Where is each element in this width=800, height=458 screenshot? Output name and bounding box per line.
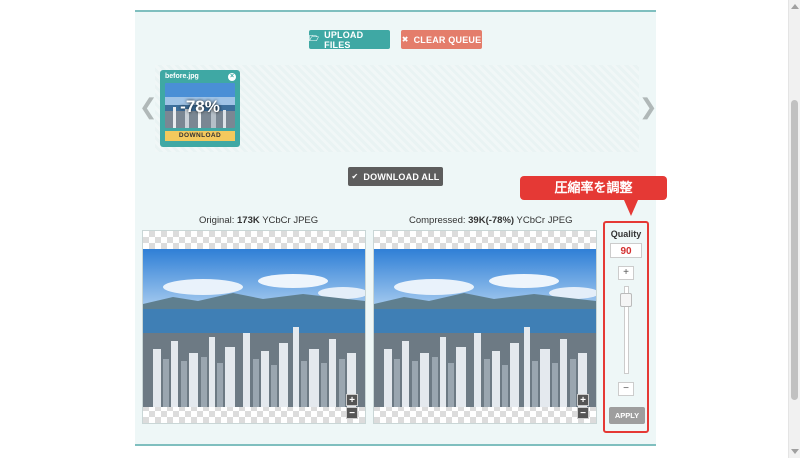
upload-files-label: UPLOAD FILES bbox=[324, 29, 364, 50]
quality-value-input[interactable]: 90 bbox=[610, 243, 642, 258]
scroll-thumb[interactable] bbox=[791, 100, 798, 400]
annotation-callout-pointer bbox=[624, 200, 638, 216]
quality-increase-button[interactable]: + bbox=[618, 266, 634, 280]
queue-prev-arrow[interactable]: ❮ bbox=[139, 94, 157, 120]
close-icon: ✖ bbox=[401, 35, 409, 44]
page-margin-left bbox=[0, 0, 135, 458]
download-item-button[interactable]: DOWNLOAD bbox=[165, 131, 235, 141]
folder-icon: 🗁 bbox=[309, 33, 320, 43]
page-margin-right bbox=[656, 0, 788, 458]
quality-title: Quality bbox=[610, 229, 642, 239]
queue-item-thumbnail: -78% bbox=[165, 83, 235, 128]
vertical-scrollbar[interactable] bbox=[788, 0, 800, 458]
zoom-in-button[interactable]: + bbox=[577, 394, 589, 406]
original-size: 173K bbox=[237, 215, 260, 226]
compressed-caption: Compressed: 39K(-78%) YCbCr JPEG bbox=[409, 215, 573, 226]
original-format: YCbCr JPEG bbox=[262, 215, 319, 226]
check-icon: ✔ bbox=[351, 172, 359, 181]
download-all-button[interactable]: ✔ DOWNLOAD ALL bbox=[348, 167, 443, 186]
original-preview[interactable]: + − bbox=[142, 230, 366, 424]
apply-button[interactable]: APPLY bbox=[609, 407, 645, 424]
scroll-down-icon[interactable] bbox=[791, 449, 799, 454]
zoom-in-button[interactable]: + bbox=[346, 394, 358, 406]
annotation-callout: 圧縮率を調整 bbox=[520, 176, 667, 200]
original-prefix: Original: bbox=[199, 215, 235, 226]
clear-queue-button[interactable]: ✖ CLEAR QUEUE bbox=[401, 30, 482, 49]
clear-queue-label: CLEAR QUEUE bbox=[413, 34, 482, 45]
compressor-panel: 🗁 UPLOAD FILES ✖ CLEAR QUEUE ❮ ❯ before.… bbox=[135, 10, 657, 446]
quality-panel: Quality 90 + − APPLY bbox=[603, 221, 649, 433]
original-city-image bbox=[143, 249, 365, 407]
compressed-prefix: Compressed: bbox=[409, 215, 466, 226]
quality-decrease-button[interactable]: − bbox=[618, 382, 634, 396]
original-caption: Original: 173K YCbCr JPEG bbox=[199, 215, 318, 226]
compressed-preview[interactable]: + − bbox=[373, 230, 597, 424]
queue-item[interactable]: before.jpg × -78% DOWNLOAD bbox=[160, 70, 240, 147]
compressed-city-image bbox=[374, 249, 596, 407]
compressed-format: YCbCr JPEG bbox=[516, 215, 573, 226]
zoom-out-button[interactable]: − bbox=[577, 407, 589, 419]
zoom-out-button[interactable]: − bbox=[346, 407, 358, 419]
quality-slider-handle[interactable] bbox=[620, 293, 632, 308]
queue-item-filename: before.jpg bbox=[165, 73, 199, 80]
compressed-size: 39K(-78%) bbox=[468, 215, 515, 226]
upload-files-button[interactable]: 🗁 UPLOAD FILES bbox=[309, 29, 390, 50]
remove-item-icon[interactable]: × bbox=[228, 73, 236, 81]
scroll-up-icon[interactable] bbox=[791, 4, 799, 9]
download-all-label: DOWNLOAD ALL bbox=[363, 171, 440, 182]
savings-percent: -78% bbox=[180, 97, 220, 116]
queue-next-arrow[interactable]: ❯ bbox=[639, 94, 657, 120]
